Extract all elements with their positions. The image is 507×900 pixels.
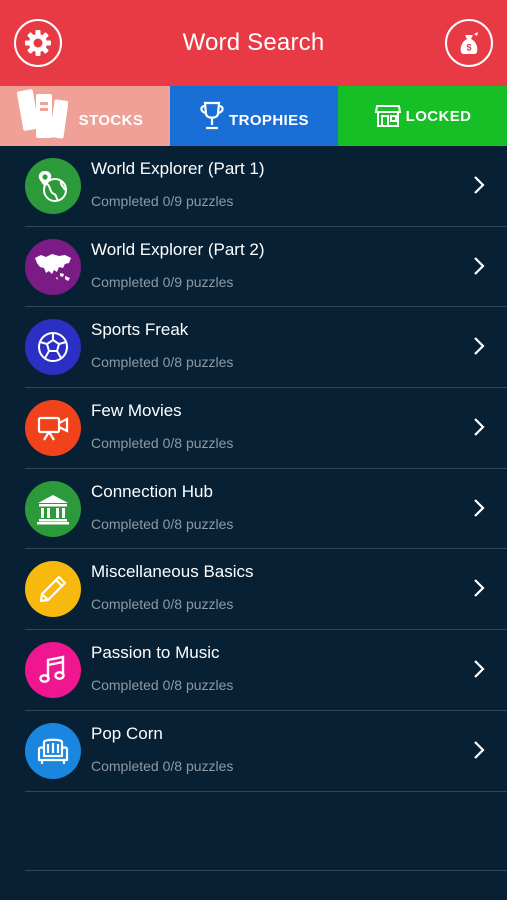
app-header: Word Search $ [0,0,507,86]
category-badge [25,480,81,537]
category-badge [25,319,81,376]
category-progress: Completed 0/9 puzzles [91,193,234,209]
list-item[interactable]: Connection Hub Completed 0/8 puzzles [25,469,507,550]
list-item[interactable]: Miscellaneous Basics Completed 0/8 puzzl… [25,549,507,631]
chevron-right-icon [474,256,485,275]
category-progress: Completed 0/8 puzzles [91,757,234,774]
chevron-right-icon [474,660,485,678]
chevron-right-icon [474,176,485,194]
bank-icon [37,494,69,525]
chevron-right-icon [474,337,485,356]
category-title: Few Movies [91,401,182,421]
category-progress: Completed 0/8 puzzles [91,596,234,613]
globe-pin-icon [38,171,67,202]
category-progress: Completed 0/9 puzzles [91,273,234,290]
category-tabs: STOCKS TROPHIES LOCKED [0,86,507,146]
list-item[interactable]: Pop Corn Completed 0/8 puzzles [25,711,507,792]
trophy-icon [199,100,225,132]
list-item[interactable]: World Explorer (Part 1) Completed 0/9 pu… [25,146,507,227]
list-item[interactable]: Few Movies Completed 0/8 puzzles [25,388,507,469]
category-badge [25,400,81,457]
tab-trophies-label: TROPHIES [229,111,309,129]
page-title: Word Search [182,29,325,56]
category-progress: Completed 0/8 puzzles [91,435,234,452]
category-title: World Explorer (Part 1) [91,159,265,178]
category-badge [25,238,81,295]
tab-locked[interactable]: LOCKED [338,86,507,146]
category-badge [25,561,81,618]
tab-stocks-label: STOCKS [78,111,144,129]
money-bag-icon: $ [460,32,478,54]
category-progress: Completed 0/8 puzzles [91,515,234,532]
pencil-icon [39,576,67,603]
list-item[interactable]: Passion to Music Completed 0/8 puzzles [25,630,507,711]
tab-trophies[interactable]: TROPHIES [170,86,338,146]
books-icon [16,84,68,144]
music-note-icon [39,655,65,684]
category-badge [25,642,81,699]
chevron-right-icon [474,741,485,759]
soccer-ball-icon [38,332,68,363]
list-item[interactable]: World Explorer (Part 2) Completed 0/9 pu… [25,227,507,308]
video-camera-icon [37,416,69,441]
gear-icon [25,30,51,56]
category-title: Pop Corn [91,723,163,743]
tab-locked-label: LOCKED [405,107,472,125]
coins-button[interactable]: $ [445,19,493,67]
category-progress: Completed 0/8 puzzles [91,677,234,694]
category-title: Sports Freak [91,320,189,340]
asia-map-icon [35,253,71,281]
divider [25,870,507,871]
category-title: Connection Hub [91,481,213,501]
category-title: Miscellaneous Basics [91,562,254,582]
chevron-right-icon [474,579,485,598]
svg-text:$: $ [466,43,471,53]
category-progress: Completed 0/8 puzzles [91,354,234,371]
category-badge [25,158,81,214]
category-title: World Explorer (Part 2) [91,239,265,259]
category-title: Passion to Music [91,643,220,663]
settings-button[interactable] [14,19,62,67]
list-item[interactable]: Sports Freak Completed 0/8 puzzles [25,307,507,389]
armchair-icon [37,738,69,764]
chevron-right-icon [474,498,485,517]
category-badge [25,722,81,779]
tab-stocks[interactable]: STOCKS [0,86,170,146]
chevron-right-icon [474,418,485,436]
store-icon [374,103,402,129]
category-list: World Explorer (Part 1) Completed 0/9 pu… [0,146,507,792]
